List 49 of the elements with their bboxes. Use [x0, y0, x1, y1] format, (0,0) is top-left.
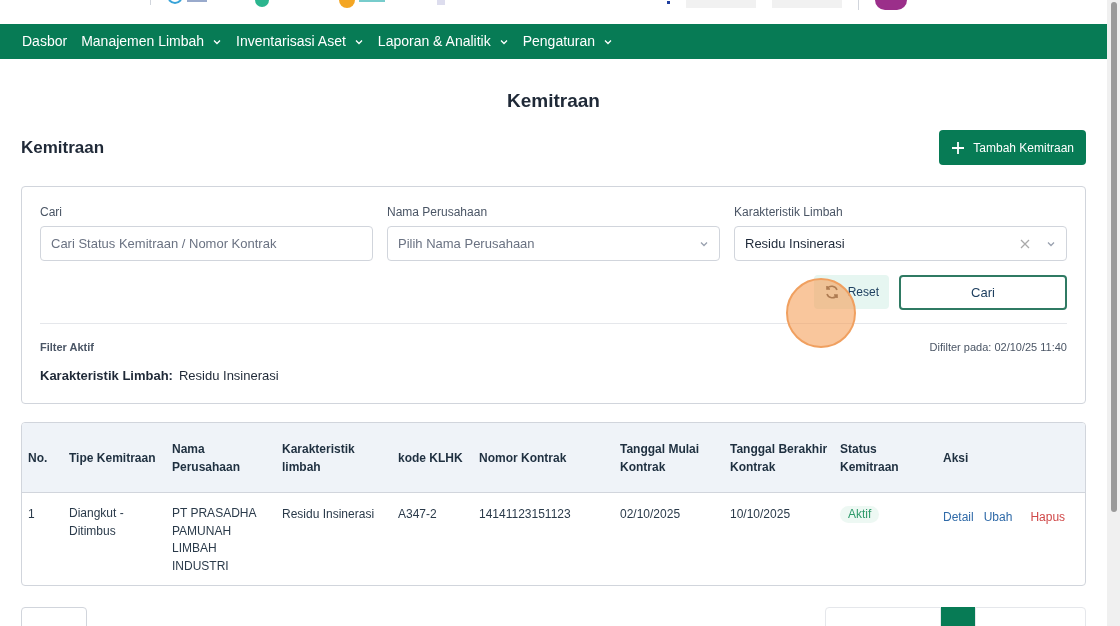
section-title: Kemitraan — [21, 136, 105, 159]
table-cell-text: Diangkut - Ditimbus — [69, 505, 125, 540]
avatar[interactable] — [875, 0, 907, 10]
table-cell-text: Residu Insinerasi — [282, 506, 375, 523]
column-header: No. — [28, 449, 48, 467]
column-header: Tipe Kemitraan — [69, 449, 156, 467]
filter-name: Karakteristik Limbah: — [40, 366, 173, 385]
waste-select[interactable]: Residu Insinerasi — [734, 226, 1067, 261]
pagination-page[interactable] — [941, 607, 975, 626]
table-cell-text: PT PRASADHA PAMUNAH LIMBAH INDUSTRI — [172, 505, 258, 575]
column-header: Karakteristik limbah — [282, 440, 356, 476]
nav-item[interactable]: Dasbor — [22, 31, 68, 52]
filter-active-label: Filter Aktif — [40, 340, 94, 355]
search-button[interactable]: Cari — [899, 275, 1067, 310]
column-header: Nama Perusahaan — [172, 440, 242, 476]
column-header: Nomor Kontrak — [479, 449, 567, 467]
reset-button[interactable]: Reset — [813, 275, 889, 309]
status-badge: Aktif — [840, 506, 880, 523]
filter-value: Residu Insinerasi — [178, 366, 279, 385]
clear-icon[interactable] — [1020, 238, 1030, 249]
field-label: Cari — [40, 204, 63, 221]
column-header: Aksi — [943, 449, 969, 467]
pagination-button[interactable] — [975, 607, 1086, 626]
company-select[interactable]: Pilih Nama Perusahaan — [387, 226, 720, 261]
table-cell-text: 02/10/2025 — [620, 506, 681, 523]
search-field[interactable]: Cari Status Kemitraan / Nomor Kontrak — [40, 226, 373, 261]
table-cell-text: 1 — [28, 506, 35, 523]
table-cell-text: A347-2 — [398, 506, 437, 523]
action-link[interactable]: Detail — [943, 508, 974, 526]
filtered-at-text: Difilter pada: 02/10/25 11:40 — [929, 340, 1067, 355]
column-header: Tanggal Mulai Kontrak — [620, 440, 701, 476]
field-label: Karakteristik Limbah — [734, 204, 844, 221]
column-header: Tanggal Berakhir Kontrak — [730, 440, 829, 476]
column-header: Status Kemitraan — [840, 440, 900, 476]
add-button[interactable]: Tambah Kemitraan — [939, 130, 1086, 165]
refresh-icon — [823, 284, 840, 300]
nav-item[interactable]: Inventarisasi Aset — [236, 31, 364, 52]
action-link[interactable]: Hapus — [1030, 508, 1066, 526]
page-title: Kemitraan — [506, 89, 601, 113]
table-cell-text: 10/10/2025 — [730, 506, 791, 523]
nav-item[interactable]: Laporan & Analitik — [377, 31, 509, 52]
column-header: kode KLHK — [398, 449, 463, 467]
nav-item[interactable]: Pengaturan — [522, 31, 614, 52]
nav-item[interactable]: Manajemen Limbah — [81, 31, 223, 52]
field-label: Nama Perusahaan — [387, 204, 489, 221]
action-link[interactable]: Ubah — [983, 508, 1013, 526]
plus-icon — [951, 140, 966, 155]
table-cell-text: 14141123151123 — [479, 506, 571, 523]
page-size-select[interactable] — [21, 607, 87, 626]
